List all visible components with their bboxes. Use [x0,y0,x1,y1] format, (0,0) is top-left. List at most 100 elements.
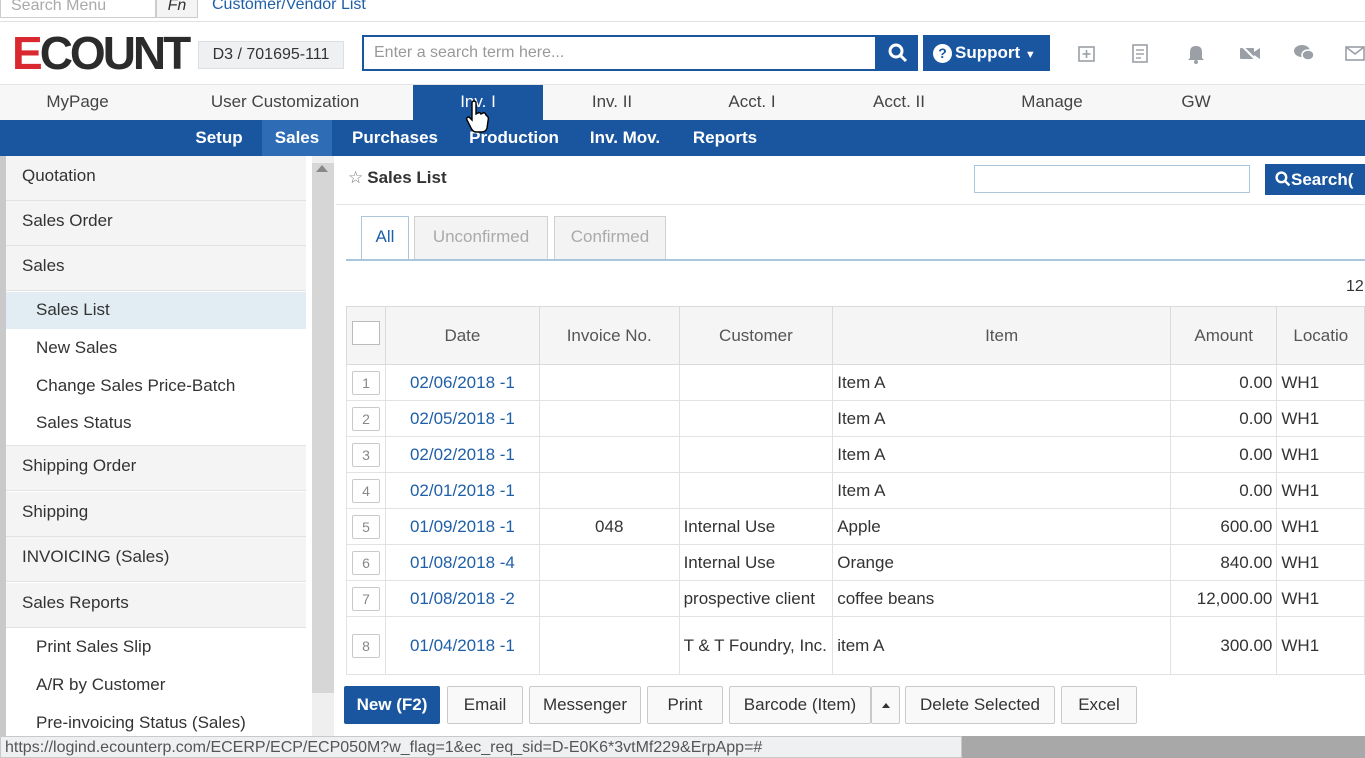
table-header-row: Date Invoice No. Customer Item Amount Lo… [347,307,1365,365]
subnav-sales[interactable]: Sales [262,120,332,156]
menu-search-input[interactable]: Search Menu [0,0,156,18]
print-button[interactable]: Print [647,686,723,724]
tab-user-customization[interactable]: User Customization [160,85,410,121]
sidebar-item-invoicing[interactable]: INVOICING (Sales) [6,537,306,582]
sidebar-item-print-sales-slip[interactable]: Print Sales Slip [6,629,306,666]
tab-manage[interactable]: Manage [987,85,1117,121]
sidebar-item-sales-reports[interactable]: Sales Reports [6,583,306,628]
breadcrumb-link[interactable]: Customer/Vendor List [212,0,366,14]
date-link[interactable]: 01/08/2018 -2 [385,581,539,617]
sidebar-scrollbar[interactable] [312,163,334,693]
table-row: 7 01/08/2018 -2 prospective client coffe… [347,581,1365,617]
support-button[interactable]: ?Support ▼ [923,35,1050,71]
tab-all[interactable]: All [361,216,409,261]
messenger-button[interactable]: Messenger [529,686,641,724]
global-search-button[interactable] [877,35,918,71]
sidebar: Quotation Sales Order Sales Sales List N… [0,156,310,736]
location-cell: WH1 [1277,509,1365,545]
date-link[interactable]: 02/01/2018 -1 [385,473,539,509]
sidebar-item-sales-status[interactable]: Sales Status [6,405,306,446]
location-cell: WH1 [1277,617,1365,675]
item-cell: Item A [833,437,1171,473]
item-cell: Item A [833,365,1171,401]
sidebar-item-sales-list[interactable]: Sales List [6,292,306,329]
top-strip: Search Menu Fn Customer/Vendor List [0,0,1365,22]
date-link[interactable]: 01/08/2018 -4 [385,545,539,581]
header-amount[interactable]: Amount [1170,307,1276,365]
tab-divider [346,259,1365,261]
sidebar-item-new-sales[interactable]: New Sales [6,330,306,367]
row-number[interactable]: 1 [352,371,380,395]
subnav-purchases[interactable]: Purchases [342,120,448,156]
main-content: ☆Sales List Search( All Unconfirmed Conf… [336,156,1365,736]
item-cell: Item A [833,473,1171,509]
date-link[interactable]: 02/06/2018 -1 [385,365,539,401]
mail-icon[interactable] [1342,42,1365,68]
tab-gw[interactable]: GW [1132,85,1260,121]
quick-search-button[interactable]: Search( [1265,164,1365,195]
row-number[interactable]: 6 [352,551,380,575]
caret-up-icon [882,703,890,708]
add-window-icon[interactable] [1074,42,1100,68]
date-link[interactable]: 01/04/2018 -1 [385,617,539,675]
subnav-inv-mov[interactable]: Inv. Mov. [580,120,670,156]
tab-unconfirmed[interactable]: Unconfirmed [414,216,548,260]
barcode-button[interactable]: Barcode (Item) [729,686,871,724]
header-invoice-no[interactable]: Invoice No. [539,307,679,365]
row-number[interactable]: 4 [352,479,380,503]
barcode-dropdown-button[interactable] [871,686,900,724]
select-all-checkbox[interactable] [352,321,380,345]
header-location[interactable]: Locatio [1277,307,1365,365]
tab-inv-2[interactable]: Inv. II [548,85,676,121]
customer-cell [679,401,833,437]
row-number[interactable]: 5 [352,515,380,539]
date-link[interactable]: 02/05/2018 -1 [385,401,539,437]
ecount-logo[interactable]: ECOUNT [12,32,188,74]
company-code[interactable]: D3 / 701695-111 [198,41,344,69]
customer-cell: Internal Use [679,509,833,545]
tab-acct-1[interactable]: Acct. I [688,85,816,121]
location-cell: WH1 [1277,473,1365,509]
email-button[interactable]: Email [447,686,523,724]
video-off-icon[interactable] [1237,42,1263,68]
select-all-cell[interactable] [347,307,386,365]
quick-search-input[interactable] [974,165,1250,193]
new-button[interactable]: New (F2) [344,686,440,724]
sidebar-item-ar-by-customer[interactable]: A/R by Customer [6,667,306,704]
sidebar-item-quotation[interactable]: Quotation [6,156,306,201]
excel-button[interactable]: Excel [1061,686,1137,724]
customer-cell [679,473,833,509]
global-search-input[interactable]: Enter a search term here... [362,35,877,71]
delete-selected-button[interactable]: Delete Selected [905,686,1055,724]
subnav-reports[interactable]: Reports [682,120,768,156]
chat-icon[interactable] [1291,42,1317,68]
date-link[interactable]: 01/09/2018 -1 [385,509,539,545]
invoice-cell [539,401,679,437]
notes-icon[interactable] [1127,42,1153,68]
fn-button[interactable]: Fn [156,0,198,18]
sales-table: Date Invoice No. Customer Item Amount Lo… [346,306,1365,675]
header-date[interactable]: Date [385,307,539,365]
location-cell: WH1 [1277,545,1365,581]
bell-icon[interactable] [1183,42,1209,68]
tab-confirmed[interactable]: Confirmed [554,216,666,260]
tab-acct-2[interactable]: Acct. II [834,85,964,121]
star-icon[interactable]: ☆ [348,168,363,187]
row-number[interactable]: 3 [352,443,380,467]
sidebar-item-sales-order[interactable]: Sales Order [6,201,306,246]
sidebar-item-shipping-order[interactable]: Shipping Order [6,446,306,491]
header-item[interactable]: Item [833,307,1171,365]
sidebar-item-pre-invoicing-status[interactable]: Pre-invoicing Status (Sales) [6,705,306,736]
tab-mypage[interactable]: MyPage [0,85,155,121]
row-number[interactable]: 2 [352,407,380,431]
search-icon [1275,171,1291,187]
sidebar-item-change-sales-price[interactable]: Change Sales Price-Batch [6,368,306,405]
sidebar-item-shipping[interactable]: Shipping [6,492,306,537]
scroll-up-icon[interactable] [316,165,328,172]
header-customer[interactable]: Customer [679,307,833,365]
row-number[interactable]: 7 [352,587,380,611]
sidebar-item-sales[interactable]: Sales [6,246,306,291]
date-link[interactable]: 02/02/2018 -1 [385,437,539,473]
subnav-setup[interactable]: Setup [185,120,253,156]
row-number[interactable]: 8 [352,634,380,658]
